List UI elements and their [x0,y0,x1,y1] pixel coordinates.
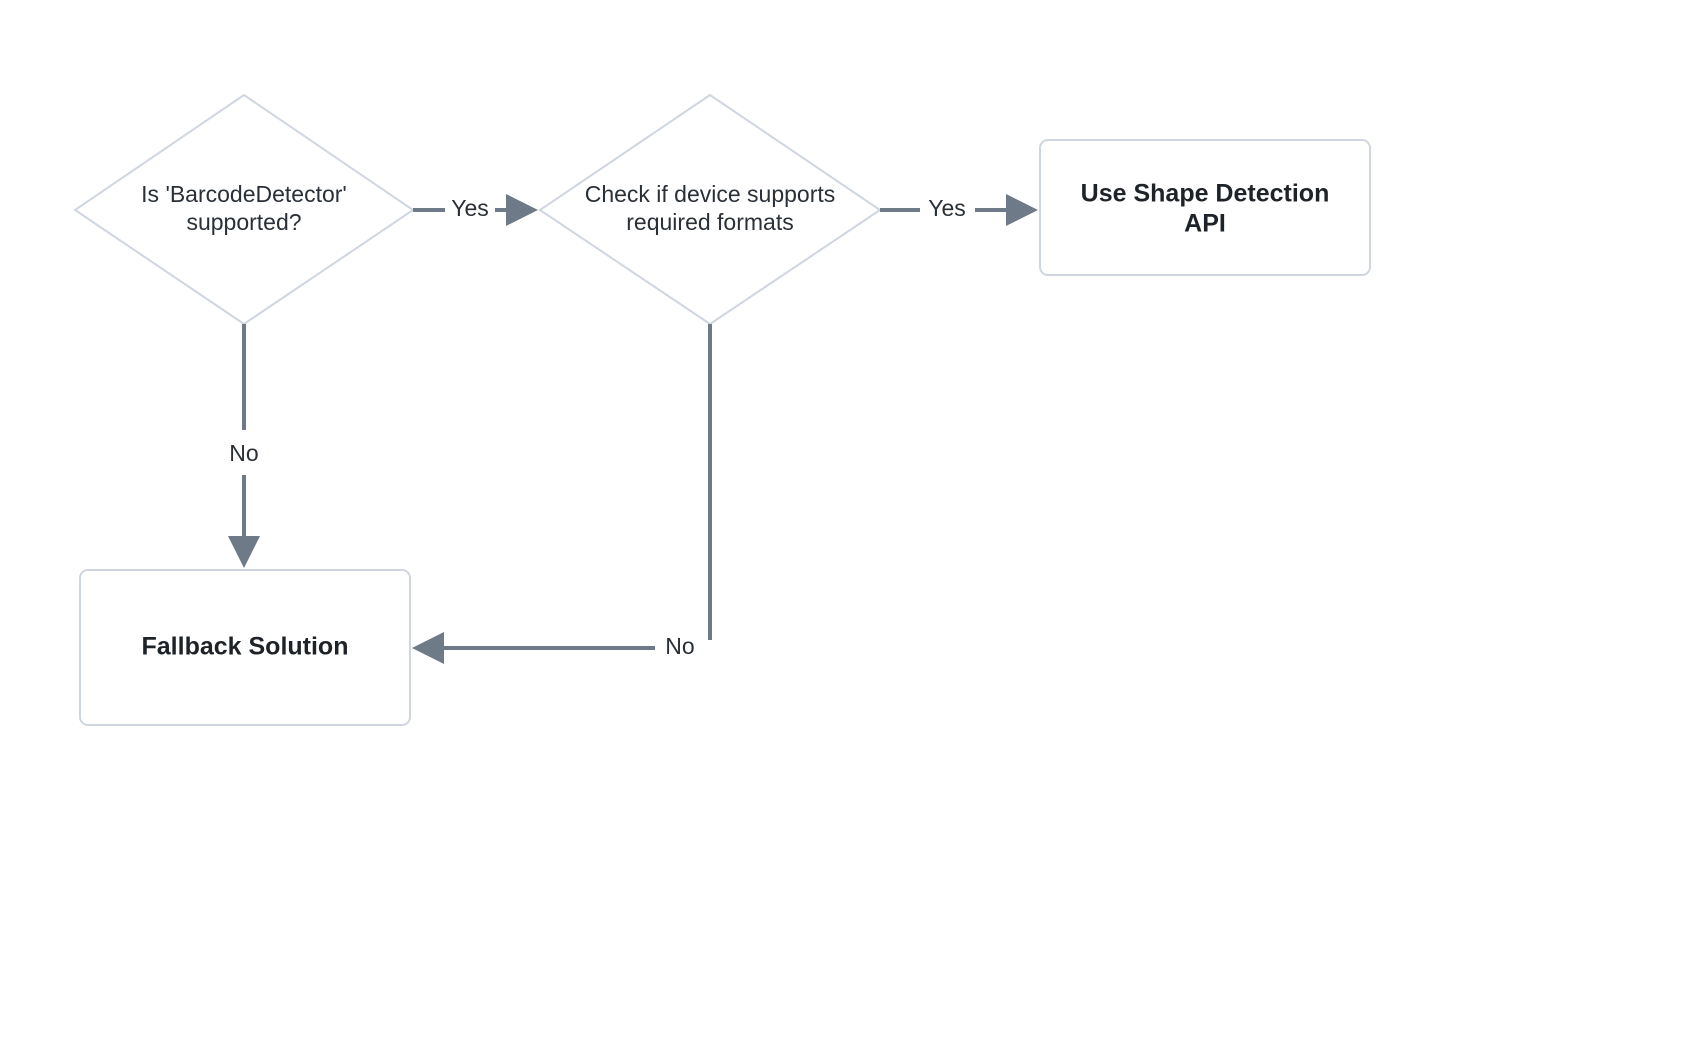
edge-barcode-no: No [229,324,258,560]
result-api-node: Use Shape Detection API [1040,140,1370,275]
result-api-label-2: API [1184,210,1226,238]
edge-formats-yes-label: Yes [928,195,966,221]
result-fallback-label-1: Fallback Solution [142,633,349,661]
edge-formats-yes: Yes [880,195,1030,221]
decision-formats-label-1: Check if device supports [585,181,836,207]
decision-barcode-label-1: Is 'BarcodeDetector' [141,181,347,207]
decision-barcode-node: Is 'BarcodeDetector' supported? [75,95,413,324]
result-api-label-1: Use Shape Detection [1081,180,1330,208]
decision-formats-label-2: required formats [626,209,793,235]
decision-formats-node: Check if device supports required format… [540,95,880,324]
decision-barcode-label-2: supported? [186,209,301,235]
edge-barcode-yes-label: Yes [451,195,489,221]
edge-formats-no-label: No [665,633,694,659]
flowchart-canvas: Is 'BarcodeDetector' supported? Check if… [0,0,1700,1058]
result-fallback-node: Fallback Solution [80,570,410,725]
edge-formats-no: No [420,324,710,659]
edge-barcode-no-label: No [229,440,258,466]
edge-barcode-yes: Yes [413,195,530,221]
